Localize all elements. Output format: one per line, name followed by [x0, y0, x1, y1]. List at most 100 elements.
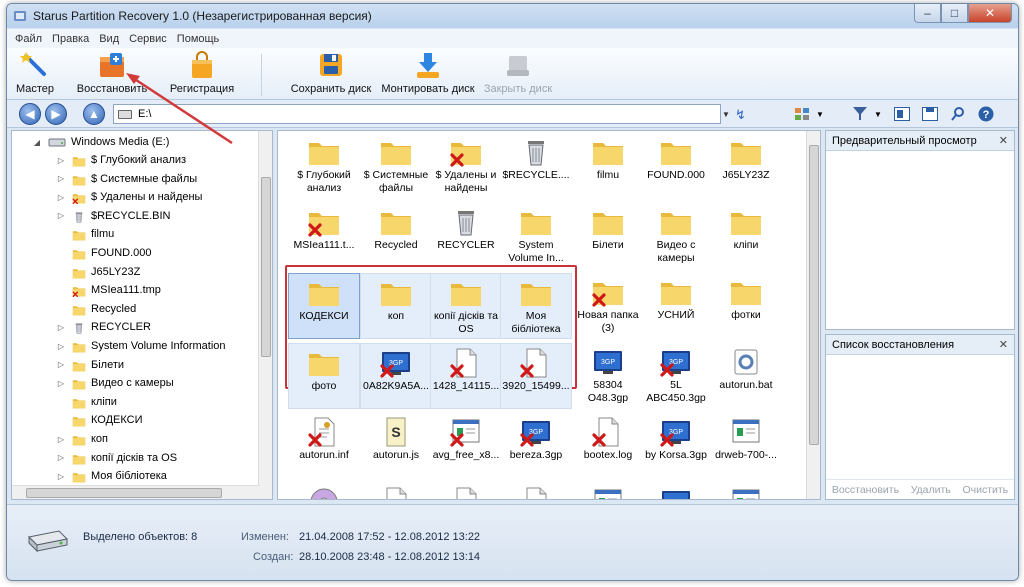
maximize-button[interactable]: □	[941, 4, 968, 23]
recovery-restore-button[interactable]: Восстановить	[832, 484, 899, 496]
help-icon[interactable]: ?	[977, 106, 995, 122]
file-item[interactable]: кліпи	[710, 203, 782, 269]
file-item[interactable]: avg_free_x8...	[430, 413, 502, 479]
file-view[interactable]: $ Глубокий анализ $ Системные файлы $ Удал…	[277, 130, 821, 500]
file-item[interactable]: autorun.bat	[710, 343, 782, 409]
view-mode-icon[interactable]	[793, 106, 811, 122]
forward-button[interactable]: ▶	[45, 103, 67, 125]
refresh-icon[interactable]: ↯	[735, 107, 746, 123]
file-item[interactable]: filmu	[572, 133, 644, 199]
tree-item[interactable]: ▷ $RECYCLE.BIN	[56, 207, 170, 225]
close-icon[interactable]: ✕	[999, 338, 1008, 351]
tree-expand-icon[interactable]: ▷	[56, 174, 66, 183]
tree-expand-icon[interactable]: ▷	[56, 342, 66, 351]
title-bar[interactable]: Starus Partition Recovery 1.0 (Незарегис…	[7, 4, 1018, 28]
menu-service[interactable]: Сервис	[129, 33, 167, 45]
tree-item[interactable]: ▷ $ Системные файлы	[56, 170, 197, 188]
tree-item[interactable]: ▷ $ Глубокий анализ	[56, 151, 186, 169]
file-item[interactable]: 3GP by Korsa.3gp	[640, 413, 712, 479]
search-icon[interactable]	[949, 106, 967, 122]
file-item[interactable]: $ Глубокий анализ	[288, 133, 360, 199]
file-item[interactable]: УСНИЙ	[640, 273, 712, 339]
address-dropdown-icon[interactable]: ▼	[719, 104, 733, 124]
tree-expand-icon[interactable]: ▷	[56, 193, 66, 202]
address-input[interactable]: E:\	[113, 104, 721, 124]
file-item[interactable]: 3GP 0A82K9A5A...	[360, 343, 432, 409]
file-item[interactable]: коп	[360, 273, 432, 339]
file-item[interactable]: КОДЕКСИ	[288, 273, 360, 339]
back-button[interactable]: ◀	[19, 103, 41, 125]
tree-item[interactable]: ▷ копії дісків та OS	[56, 449, 177, 467]
file-item[interactable]: 1428_14115...	[430, 343, 502, 409]
file-item[interactable]: фотки	[710, 273, 782, 339]
file-item[interactable]: office2007r...	[710, 483, 782, 499]
tree-item[interactable]: FOUND.000	[56, 244, 152, 262]
tree-item[interactable]: Recycled	[56, 300, 136, 318]
menu-edit[interactable]: Правка	[52, 33, 89, 45]
menu-file[interactable]: Файл	[15, 33, 42, 45]
file-item[interactable]: 3GP 5L ABC450.3gp	[640, 343, 712, 409]
folder-tree[interactable]: ◢ Windows Media (E:) ▷ $ Глубокий анализ ▷…	[11, 130, 273, 500]
file-item[interactable]: 3920_15499...	[500, 343, 572, 409]
tree-expand-icon[interactable]: ◢	[32, 138, 42, 147]
file-item[interactable]: GRMCULF...	[288, 483, 360, 499]
panel-toggle-icon[interactable]	[893, 106, 911, 122]
file-scrollbar[interactable]	[806, 131, 820, 499]
tree-item[interactable]: ▷ Моя біблiотека	[56, 467, 167, 485]
tree-root[interactable]: ◢ Windows Media (E:)	[32, 133, 170, 151]
close-disk-button[interactable]: Закрыть диск	[481, 48, 555, 100]
menu-view[interactable]: Вид	[99, 33, 119, 45]
file-item[interactable]: RECYCLER	[430, 203, 502, 269]
tree-item[interactable]: кліпи	[56, 393, 117, 411]
tree-item[interactable]: filmu	[56, 225, 114, 243]
file-item[interactable]: 3GP 58304 O48.3gp	[572, 343, 644, 409]
menu-help[interactable]: Помощь	[177, 33, 220, 45]
minimize-button[interactable]: –	[914, 4, 941, 23]
file-item[interactable]: Моя бібліотека	[500, 273, 572, 339]
file-item[interactable]: bootex.log	[572, 413, 644, 479]
up-button[interactable]: ▲	[83, 103, 105, 125]
file-item[interactable]: $RECYCLE....	[500, 133, 572, 199]
tree-expand-icon[interactable]: ▷	[56, 360, 66, 369]
file-item[interactable]: 3GP bereza.3gp	[500, 413, 572, 479]
filter-icon[interactable]	[851, 106, 869, 122]
tree-scrollbar-horizontal[interactable]	[12, 485, 260, 499]
file-item[interactable]: System Volume In...	[500, 203, 572, 269]
file-item[interactable]: 3GPNovaya_O...	[640, 483, 712, 499]
tree-expand-icon[interactable]: ▷	[56, 379, 66, 388]
tree-item[interactable]: ▷ коп	[56, 430, 108, 448]
file-item[interactable]: khc	[430, 483, 502, 499]
file-item[interactable]: Sautorun.js	[360, 413, 432, 479]
file-item[interactable]: Новая папка (3)	[572, 273, 644, 339]
tree-expand-icon[interactable]: ▷	[56, 435, 66, 444]
recovery-clear-button[interactable]: Очистить	[962, 484, 1008, 496]
tree-item[interactable]: ▷ $ Удалены и найдены	[56, 188, 202, 206]
tree-expand-icon[interactable]: ▷	[56, 472, 66, 481]
close-button[interactable]: ✕	[968, 4, 1012, 23]
tree-expand-icon[interactable]: ▷	[56, 453, 66, 462]
mount-disk-button[interactable]: Монтировать диск	[379, 48, 477, 100]
file-item[interactable]: Білети	[572, 203, 644, 269]
tree-expand-icon[interactable]: ▷	[56, 211, 66, 220]
filter-dropdown-icon[interactable]: ▼	[869, 106, 887, 122]
file-item[interactable]: MSIea111.t...	[288, 203, 360, 269]
tree-item[interactable]: J65LY23Z	[56, 263, 140, 281]
tree-expand-icon[interactable]: ▷	[56, 323, 66, 332]
recovery-delete-button[interactable]: Удалить	[911, 484, 951, 496]
register-button[interactable]: Регистрация	[167, 48, 237, 100]
tree-item[interactable]: ▷ System Volume Information	[56, 337, 226, 355]
tree-item[interactable]: КОДЕКСИ	[56, 411, 143, 429]
master-button[interactable]: Мастер	[13, 48, 57, 100]
file-item[interactable]: khc	[500, 483, 572, 499]
file-item[interactable]: autorun.inf	[288, 413, 360, 479]
file-item[interactable]: $ Системные файлы	[360, 133, 432, 199]
file-item[interactable]: FOUND.000	[640, 133, 712, 199]
file-item[interactable]: khn	[360, 483, 432, 499]
tree-item[interactable]: MSIea111.tmp	[56, 281, 161, 299]
tree-scrollbar-vertical[interactable]	[258, 131, 272, 499]
file-item[interactable]: $ Удалены и найдены	[430, 133, 502, 199]
tree-expand-icon[interactable]: ▷	[56, 156, 66, 165]
restore-button[interactable]: Восстановить	[75, 48, 149, 100]
file-item[interactable]: J65LY23Z	[710, 133, 782, 199]
close-icon[interactable]: ✕	[999, 134, 1008, 147]
